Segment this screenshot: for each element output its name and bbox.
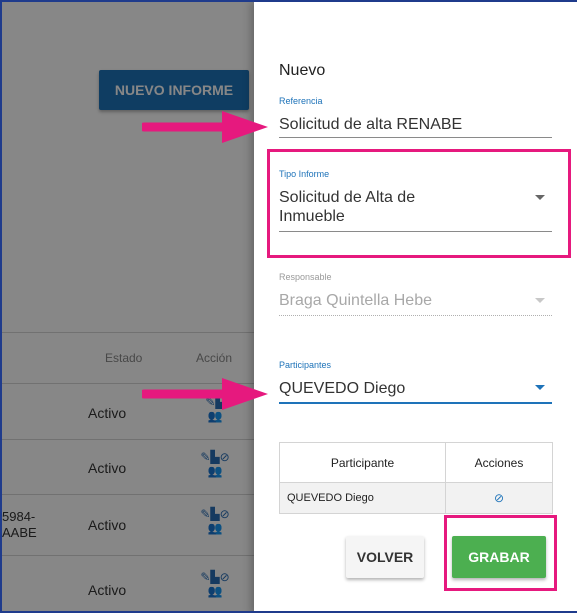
- back-button[interactable]: VOLVER: [346, 536, 424, 578]
- highlight-box: [267, 149, 571, 258]
- participantes-select[interactable]: QUEVEDO Diego: [279, 379, 405, 398]
- drawer-title: Nuevo: [279, 62, 326, 79]
- referencia-label: Referencia: [279, 96, 323, 106]
- participantes-underline: [279, 402, 552, 404]
- highlight-box: [444, 515, 557, 591]
- responsable-underline: [279, 315, 552, 316]
- new-report-drawer: Nuevo Referencia Solicitud de alta RENAB…: [254, 2, 577, 611]
- responsable-select: Braga Quintella Hebe: [279, 292, 432, 309]
- modal-backdrop[interactable]: [2, 2, 254, 611]
- block-icon[interactable]: ⊘: [445, 482, 553, 514]
- participant-column-header: Participante: [279, 442, 446, 483]
- chevron-down-icon[interactable]: [535, 385, 545, 390]
- annotation-arrow-icon: [142, 378, 268, 410]
- chevron-down-icon: [535, 298, 545, 303]
- referencia-underline: [279, 137, 552, 138]
- background-page: NUEVO INFORME Estado Acción Activo ✎▙ 👥 …: [2, 2, 254, 611]
- table-row: QUEVEDO Diego ⊘: [279, 482, 553, 514]
- responsable-label: Responsable: [279, 272, 332, 282]
- participants-table: Participante Acciones QUEVEDO Diego ⊘: [279, 442, 553, 514]
- actions-column-header: Acciones: [445, 442, 553, 483]
- annotation-arrow-icon: [142, 111, 268, 143]
- referencia-input[interactable]: Solicitud de alta RENABE: [279, 115, 462, 134]
- participantes-label: Participantes: [279, 360, 332, 370]
- participant-name: QUEVEDO Diego: [279, 482, 446, 514]
- screenshot-frame: NUEVO INFORME Estado Acción Activo ✎▙ 👥 …: [0, 0, 577, 613]
